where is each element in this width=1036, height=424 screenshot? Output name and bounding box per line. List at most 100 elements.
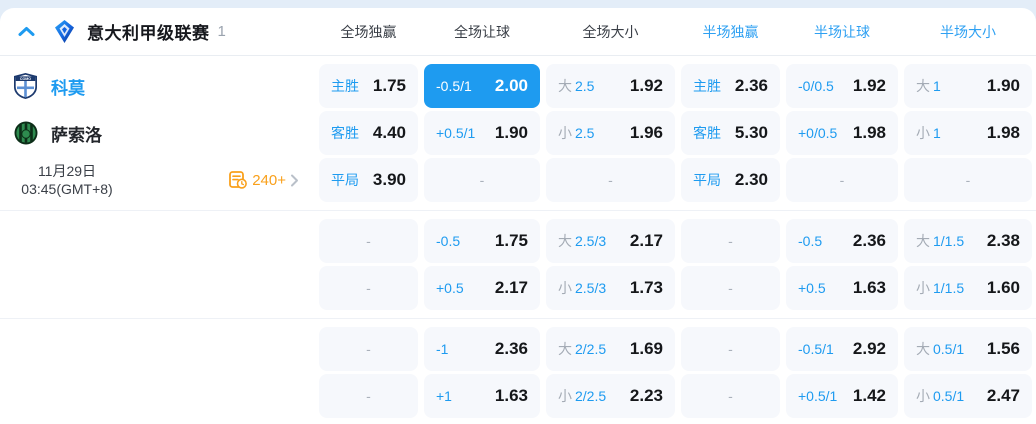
odds-cell-win[interactable]: 客胜 5.30 bbox=[681, 111, 780, 155]
odds-cell-win[interactable]: 平局 3.90 bbox=[319, 158, 418, 202]
odds-cell-hcp[interactable]: -0.5/1 2.00 bbox=[424, 64, 540, 108]
ou-side-label: 小 bbox=[558, 280, 572, 296]
odds-label: -0/0.5 bbox=[798, 78, 834, 94]
odds-cell-empty: - bbox=[319, 219, 418, 263]
odds-value: 1.69 bbox=[629, 339, 663, 358]
league-name: 意大利甲级联赛 bbox=[87, 24, 210, 43]
odds-cell-hcp[interactable]: -1 2.36 bbox=[424, 327, 540, 371]
odds-cell-ou[interactable]: 大 2.5/3 2.17 bbox=[546, 219, 675, 263]
odds-cell-empty: - bbox=[904, 158, 1032, 202]
odds-label: -0.5 bbox=[436, 233, 461, 249]
odds-cell-hcp[interactable]: +0.5/1 1.90 bbox=[424, 111, 540, 155]
odds-cell-empty: - bbox=[319, 374, 418, 418]
svg-text:COMO: COMO bbox=[20, 77, 31, 81]
odds-label: +0/0.5 bbox=[798, 125, 838, 141]
dash-placeholder: - bbox=[728, 280, 733, 296]
odds-value: 3.90 bbox=[372, 170, 406, 189]
odds-cell-empty: - bbox=[681, 266, 780, 310]
ou-line-value: 2.5 bbox=[575, 125, 595, 141]
more-markets-count: 240+ bbox=[252, 171, 286, 189]
odds-cell-ou[interactable]: 大 0.5/1 1.56 bbox=[904, 327, 1032, 371]
odds-cell-hcp[interactable]: -0/0.5 1.92 bbox=[786, 64, 898, 108]
odds-cell-ou[interactable]: 小 2/2.5 2.23 bbox=[546, 374, 675, 418]
odds-cell-hcp[interactable]: +0.5/1 1.42 bbox=[786, 374, 898, 418]
team-row-away[interactable]: 萨索洛 bbox=[0, 111, 313, 155]
odds-label: -0.5/1 bbox=[436, 78, 472, 94]
ou-line-value: 1/1.5 bbox=[933, 280, 965, 296]
odds-cell-ou[interactable]: 小 1/1.5 1.60 bbox=[904, 266, 1032, 310]
ou-side-label: 小 bbox=[916, 388, 930, 404]
dash-placeholder: - bbox=[728, 233, 733, 249]
more-markets-button[interactable]: 240+ bbox=[229, 171, 299, 189]
ou-side-label: 大 bbox=[558, 341, 572, 357]
dash-placeholder: - bbox=[608, 172, 613, 188]
odds-value: 2.36 bbox=[494, 339, 528, 358]
odds-label: -1 bbox=[436, 341, 449, 357]
ou-line-value: 2.5 bbox=[575, 78, 595, 94]
odds-cell-hcp[interactable]: -0.5 1.75 bbox=[424, 219, 540, 263]
ou-line-value: 1 bbox=[933, 125, 941, 141]
dash-placeholder: - bbox=[965, 172, 971, 188]
odds-cell-hcp[interactable]: +1 1.63 bbox=[424, 374, 540, 418]
odds-cell-win[interactable]: 客胜 4.40 bbox=[319, 111, 418, 155]
odds-cell-ou[interactable]: 小 1 1.98 bbox=[904, 111, 1032, 155]
odds-cell-ou[interactable]: 大 2/2.5 1.69 bbox=[546, 327, 675, 371]
col-header-ht-handicap: 半场让球 bbox=[814, 23, 870, 40]
odds-section-main: COMO 科莫 萨索洛 11月29日 03:45(GMT+8) 240+ 主胜 … bbox=[0, 56, 1036, 211]
dash-placeholder: - bbox=[366, 233, 371, 249]
odds-section-alt-1: - -0.5 1.75 大 2.5/3 2.17- -0.5 2.36 大 1/1.5 2.38- +… bbox=[0, 211, 1036, 319]
odds-value: 2.30 bbox=[734, 170, 768, 189]
odds-label: 主胜 bbox=[693, 78, 721, 94]
match-info: COMO 科莫 萨索洛 11月29日 03:45(GMT+8) 240+ bbox=[0, 64, 313, 202]
col-header-ft-overunder: 全场大小 bbox=[582, 23, 639, 40]
odds-cell-empty: - bbox=[546, 158, 675, 202]
odds-cell-ou[interactable]: 小 2.5/3 1.73 bbox=[546, 266, 675, 310]
chevron-right-icon bbox=[290, 174, 299, 187]
ou-line-value: 2.5/3 bbox=[575, 280, 607, 296]
odds-value: 1.73 bbox=[629, 278, 663, 297]
odds-cell-empty: - bbox=[786, 158, 898, 202]
col-header-ft-handicap: 全场让球 bbox=[454, 23, 510, 40]
ou-side-label: 小 bbox=[916, 280, 930, 296]
ou-side-label: 大 bbox=[916, 233, 930, 249]
odds-cell-hcp[interactable]: +0/0.5 1.98 bbox=[786, 111, 898, 155]
odds-cell-empty: - bbox=[319, 266, 418, 310]
odds-label: 平局 bbox=[693, 172, 721, 188]
ou-line-value: 2/2.5 bbox=[575, 388, 607, 404]
odds-cell-hcp[interactable]: +0.5 1.63 bbox=[786, 266, 898, 310]
odds-cell-hcp[interactable]: +0.5 2.17 bbox=[424, 266, 540, 310]
league-title-cell: 意大利甲级联赛 1 bbox=[0, 19, 313, 44]
odds-cell-empty: - bbox=[319, 327, 418, 371]
odds-value: 2.38 bbox=[986, 231, 1020, 250]
odds-cell-ou[interactable]: 大 1/1.5 2.38 bbox=[904, 219, 1032, 263]
odds-cell-ou[interactable]: 大 1 1.90 bbox=[904, 64, 1032, 108]
chevron-up-icon[interactable] bbox=[14, 20, 38, 44]
odds-cell-empty: - bbox=[424, 158, 540, 202]
odds-value: 2.17 bbox=[494, 278, 528, 297]
odds-value: 2.36 bbox=[852, 231, 886, 250]
odds-cell-win[interactable]: 平局 2.30 bbox=[681, 158, 780, 202]
col-header-ht-overunder: 半场大小 bbox=[940, 23, 996, 40]
odds-cell-ou[interactable]: 小 2.5 1.96 bbox=[546, 111, 675, 155]
ou-line-value: 2.5/3 bbox=[575, 233, 607, 249]
odds-value: 1.75 bbox=[372, 76, 406, 95]
odds-cell-hcp[interactable]: -0.5 2.36 bbox=[786, 219, 898, 263]
odds-cell-win[interactable]: 主胜 1.75 bbox=[319, 64, 418, 108]
match-meta-row: 11月29日 03:45(GMT+8) 240+ bbox=[0, 158, 313, 202]
odds-value: 2.17 bbox=[629, 231, 663, 250]
ou-side-label: 大 bbox=[916, 78, 930, 94]
odds-cell-hcp[interactable]: -0.5/1 2.92 bbox=[786, 327, 898, 371]
odds-value: 2.36 bbox=[734, 76, 768, 95]
dash-placeholder: - bbox=[839, 172, 845, 188]
ou-line-value: 0.5/1 bbox=[933, 388, 965, 404]
odds-label: 平局 bbox=[331, 172, 359, 188]
dash-placeholder: - bbox=[479, 172, 485, 188]
odds-cell-ou[interactable]: 大 2.5 1.92 bbox=[546, 64, 675, 108]
dash-placeholder: - bbox=[366, 388, 371, 404]
odds-cell-win[interactable]: 主胜 2.36 bbox=[681, 64, 780, 108]
col-header-ft-1x2: 全场独赢 bbox=[340, 23, 397, 40]
team-row-home[interactable]: COMO 科莫 bbox=[0, 64, 313, 108]
league-logo-icon bbox=[54, 20, 75, 43]
odds-cell-ou[interactable]: 小 0.5/1 2.47 bbox=[904, 374, 1032, 418]
league-match-count: 1 bbox=[217, 23, 226, 40]
